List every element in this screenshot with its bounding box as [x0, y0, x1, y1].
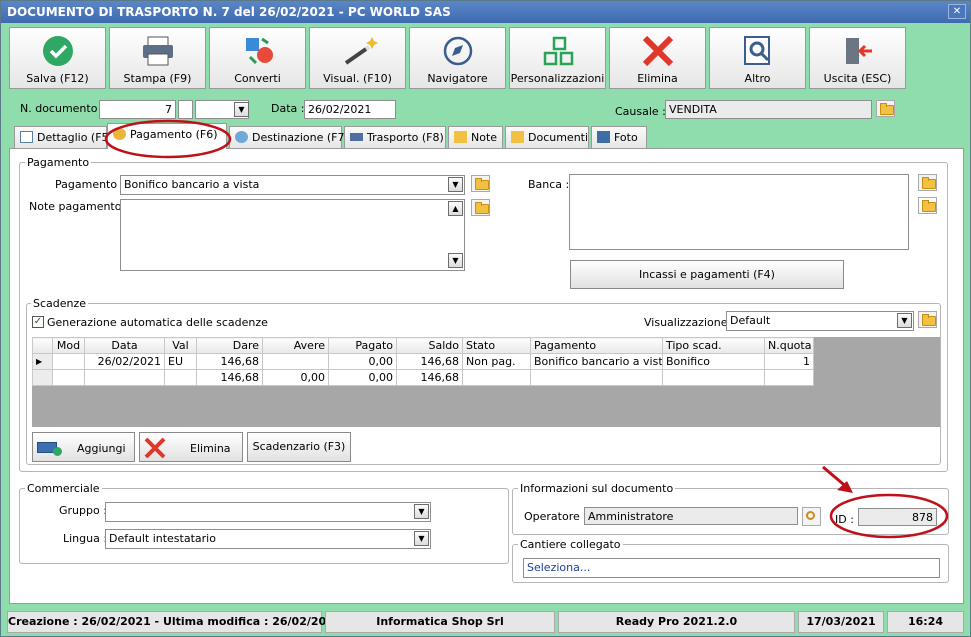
status-date: 17/03/2021	[798, 611, 884, 633]
annotation-circle	[829, 493, 949, 539]
annotation-overlay	[104, 119, 949, 539]
status-version: Ready Pro 2021.2.0	[558, 611, 795, 633]
main-window: DOCUMENTO DI TRASPORTO N. 7 del 26/02/20…	[0, 0, 971, 637]
status-company: Informatica Shop Srl	[325, 611, 555, 633]
status-time: 16:24	[887, 611, 964, 633]
annotation-circle	[104, 119, 232, 159]
status-created: Creazione : 26/02/2021 - Ultima modifica…	[7, 611, 341, 633]
